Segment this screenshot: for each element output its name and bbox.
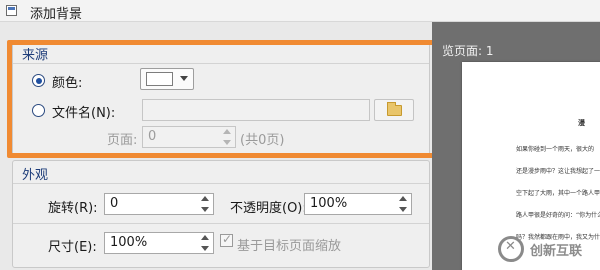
preview-page-label: 览页面: 1 bbox=[442, 44, 494, 58]
window-title: 添加背景 bbox=[30, 7, 83, 22]
rotate-value: 0 bbox=[110, 196, 119, 211]
preview-heading: 漫 bbox=[578, 119, 585, 127]
preview-line: 空下起了大雨，其中一个路人甲 bbox=[516, 190, 600, 197]
window-app-icon bbox=[6, 5, 17, 16]
preview-line: 还是漫步雨中？这让我想起了一 bbox=[516, 168, 600, 175]
size-label: 尺寸(E): bbox=[48, 240, 97, 255]
rotate-stepper[interactable]: 0 bbox=[104, 193, 214, 215]
size-spin-arrows[interactable] bbox=[200, 235, 210, 251]
opacity-spin-arrows[interactable] bbox=[398, 196, 408, 212]
highlight-annotation-box bbox=[7, 40, 438, 158]
opacity-value: 100% bbox=[310, 196, 348, 211]
opacity-label: 不透明度(O): bbox=[230, 201, 307, 216]
scale-to-page-label: 基于目标页面缩放 bbox=[237, 239, 342, 254]
preview-line: 路人甲很是好奇的问：“你为什么 bbox=[516, 212, 600, 219]
preview-line: 如果你碰到一个雨天，很大的 bbox=[516, 146, 595, 153]
opacity-stepper[interactable]: 100% bbox=[304, 193, 412, 215]
size-stepper[interactable]: 100% bbox=[104, 232, 214, 254]
title-bar: 添加背景 bbox=[0, 0, 600, 22]
brand-logo-icon bbox=[498, 236, 524, 262]
appearance-group-title: 外观 bbox=[22, 168, 49, 183]
appearance-title-divider bbox=[13, 183, 429, 184]
appearance-row-divider bbox=[13, 223, 429, 224]
brand-watermark-text: 创新互联 bbox=[530, 244, 583, 259]
brand-watermark: 创新互联 bbox=[494, 232, 600, 266]
rotate-spin-arrows[interactable] bbox=[200, 196, 210, 212]
rotate-label: 旋转(R): bbox=[48, 201, 98, 216]
size-value: 100% bbox=[110, 235, 148, 250]
scale-to-page-checkbox[interactable] bbox=[220, 232, 233, 247]
